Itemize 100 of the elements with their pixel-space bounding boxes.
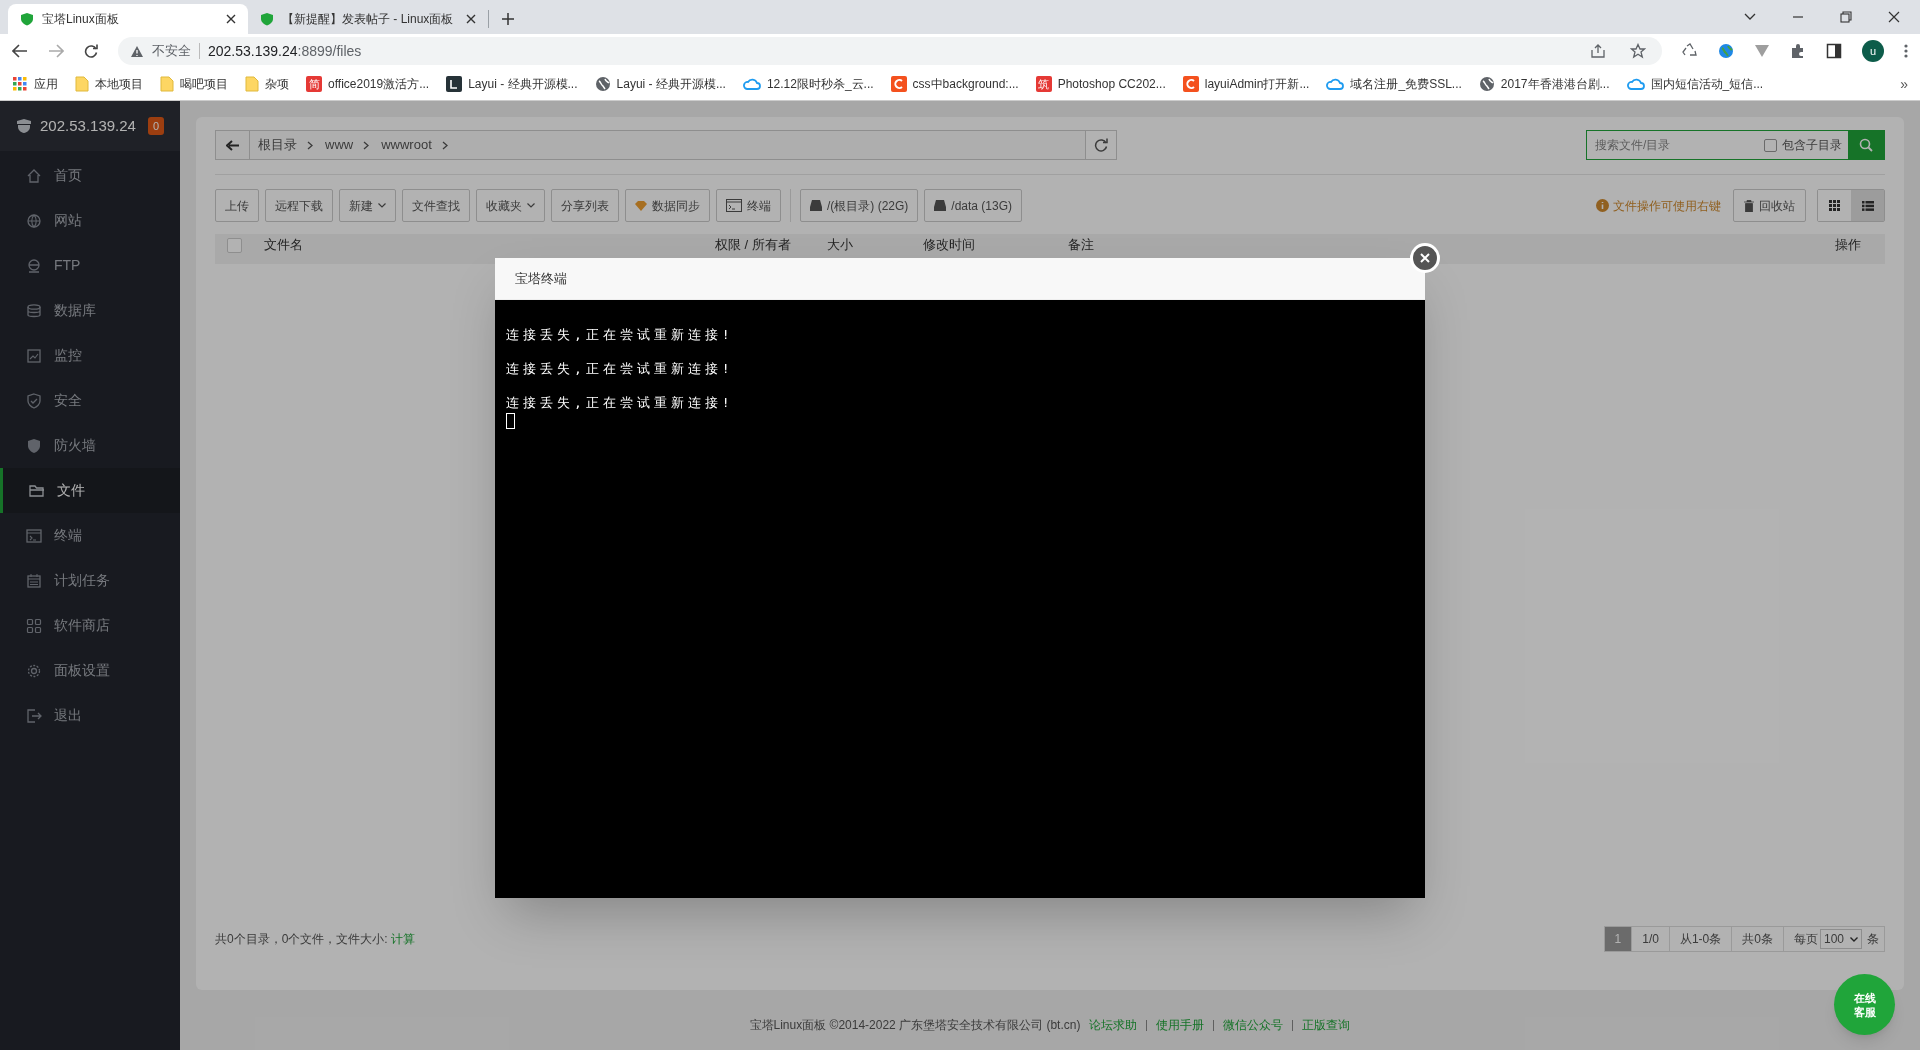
shield-icon [260, 12, 274, 26]
chevron-down-icon[interactable] [1744, 13, 1756, 21]
toolbar-button[interactable]: 数据同步 [625, 189, 710, 222]
close-icon[interactable] [1888, 11, 1900, 23]
unit-label: 条 [1866, 931, 1880, 948]
sidebar-item[interactable]: 计划任务 [0, 558, 180, 603]
bookmark[interactable]: Layui - 经典开源模... [446, 75, 578, 93]
path-bar[interactable]: 根目录 www wwwroot [215, 130, 1086, 160]
column-header[interactable]: 修改时间 [913, 236, 1058, 254]
column-header[interactable]: 操作 [1805, 236, 1885, 254]
sidebar-item[interactable]: 软件商店 [0, 603, 180, 648]
folder-icon [160, 76, 174, 92]
sidebar-item[interactable]: 数据库 [0, 288, 180, 333]
shield-icon [16, 118, 32, 134]
column-header[interactable]: 大小 [817, 236, 913, 254]
breadcrumb-item[interactable]: 根目录 [258, 135, 297, 155]
more-icon[interactable] [1904, 43, 1908, 59]
subdirectory-checkbox[interactable]: 包含子目录 [1764, 136, 1848, 154]
search-field[interactable]: 搜索文件/目录 包含子目录 [1586, 130, 1885, 160]
bookmark[interactable]: 12.12限时秒杀_云... [742, 75, 874, 93]
sidebar-item[interactable]: 安全 [0, 378, 180, 423]
sidebar-item[interactable]: 网站 [0, 198, 180, 243]
sidebar-item[interactable]: 退出 [0, 693, 180, 738]
share-icon[interactable] [1590, 43, 1606, 59]
chevron-down-icon [1850, 936, 1858, 942]
bookmark[interactable]: 国内短信活动_短信... [1626, 75, 1764, 93]
sidebar-item[interactable]: 文件 [0, 468, 180, 513]
terminal-line: 连接丢失,正在尝试重新连接! [506, 360, 735, 378]
home-icon [26, 167, 42, 184]
toolbar-button[interactable]: 分享列表 [551, 189, 619, 222]
star-icon[interactable] [1630, 43, 1646, 59]
calculate-link[interactable]: 计算 [391, 932, 415, 946]
folder-icon [29, 482, 45, 499]
bookmark[interactable]: css中background:... [890, 75, 1019, 93]
chevron-down-icon [378, 203, 386, 208]
bookmark[interactable]: 喝吧项目 [160, 75, 228, 93]
column-header[interactable]: 权限 / 所有者 [705, 236, 817, 254]
column-header[interactable]: 备注 [1058, 236, 1805, 254]
trash-icon [1744, 199, 1754, 212]
sidebar-item[interactable]: FTP [0, 243, 180, 288]
breadcrumb-item[interactable]: wwwroot [381, 135, 432, 155]
restore-icon[interactable] [1840, 11, 1852, 23]
list-view-button[interactable] [1851, 190, 1884, 221]
chart-icon [26, 347, 42, 364]
address-bar[interactable]: 不安全 202.53.139.24:8899/files [118, 37, 1662, 65]
sidebar-item[interactable]: 面板设置 [0, 648, 180, 693]
toolbar-button[interactable]: 远程下载 [265, 189, 333, 222]
profile-avatar[interactable]: u [1862, 40, 1884, 62]
bookmark[interactable]: layuiAdmin打开新... [1182, 75, 1310, 93]
browser-tab[interactable]: 宝塔Linux面板 [8, 4, 248, 34]
search-icon [1859, 138, 1873, 152]
bookmark[interactable]: 本地项目 [75, 75, 143, 93]
toolbar-button[interactable]: 文件查找 [402, 189, 470, 222]
column-header[interactable]: 文件名 [242, 236, 705, 254]
per-page-select[interactable]: 100 [1819, 929, 1862, 949]
list-icon [1861, 200, 1874, 211]
site-icon: 筑 [1035, 76, 1052, 92]
toolbar-button[interactable]: /data (13G) [924, 189, 1023, 222]
checkbox[interactable] [227, 238, 242, 253]
bookmark[interactable]: 应用 [12, 75, 58, 93]
breadcrumb-item[interactable]: www [325, 135, 354, 155]
toolbar-button[interactable]: 收藏夹 [476, 189, 545, 222]
close-icon[interactable] [466, 14, 476, 24]
toolbar-button[interactable]: 上传 [215, 189, 259, 222]
folder-icon [245, 76, 259, 92]
cloud-icon [742, 77, 761, 91]
copyright-text: 宝塔Linux面板 ©2014-2022 广东堡塔安全技术有限公司 (bt.cn) [749, 1017, 1081, 1034]
shield-icon [26, 392, 42, 409]
close-icon[interactable] [226, 14, 236, 24]
more-bookmarks[interactable]: » [1900, 73, 1908, 95]
toolbar-button[interactable]: /(根目录) (22G) [800, 189, 919, 222]
sidebar-item[interactable]: 防火墙 [0, 423, 180, 468]
sidebar-item[interactable]: 监控 [0, 333, 180, 378]
bookmark[interactable]: 杂项 [245, 75, 289, 93]
bookmark[interactable]: 2017年香港港台剧... [1478, 75, 1610, 93]
refresh-button[interactable] [1086, 130, 1117, 160]
recycle-bin-button[interactable]: 回收站 [1733, 189, 1806, 222]
bookmark[interactable]: 简 office2019激活方... [306, 75, 430, 93]
sidebar-item[interactable]: 首页 [0, 153, 180, 198]
folder-icon [75, 76, 89, 92]
plus-icon[interactable] [501, 12, 515, 26]
search-button[interactable] [1848, 131, 1884, 159]
funnel-icon[interactable] [1754, 43, 1770, 59]
site-icon [1182, 76, 1199, 92]
puzzle-icon[interactable] [1790, 43, 1806, 59]
sidebar-toggle-icon[interactable] [1826, 43, 1842, 59]
url-text: 202.53.139.24:8899/files [208, 41, 362, 61]
browser-tab[interactable]: 【新提醒】发表帖子 - Linux面板 [248, 4, 488, 34]
bookmark[interactable]: Layui - 经典开源模... [594, 75, 726, 93]
warning-icon [130, 44, 144, 58]
bookmark[interactable]: 域名注册_免费SSL... [1326, 75, 1462, 93]
reload-icon[interactable] [84, 44, 98, 58]
sidebar-item[interactable]: 终端 [0, 513, 180, 558]
dialog-title: 宝塔终端 [495, 258, 1425, 300]
toolbar-button[interactable]: 新建 [339, 189, 396, 222]
toolbar-button[interactable]: 终端 [716, 189, 781, 222]
back-arrow-icon[interactable] [12, 44, 28, 58]
bookmark[interactable]: 筑 Photoshop CC202... [1035, 75, 1166, 93]
chevron-right-icon [441, 140, 448, 150]
gear-icon [26, 662, 42, 679]
